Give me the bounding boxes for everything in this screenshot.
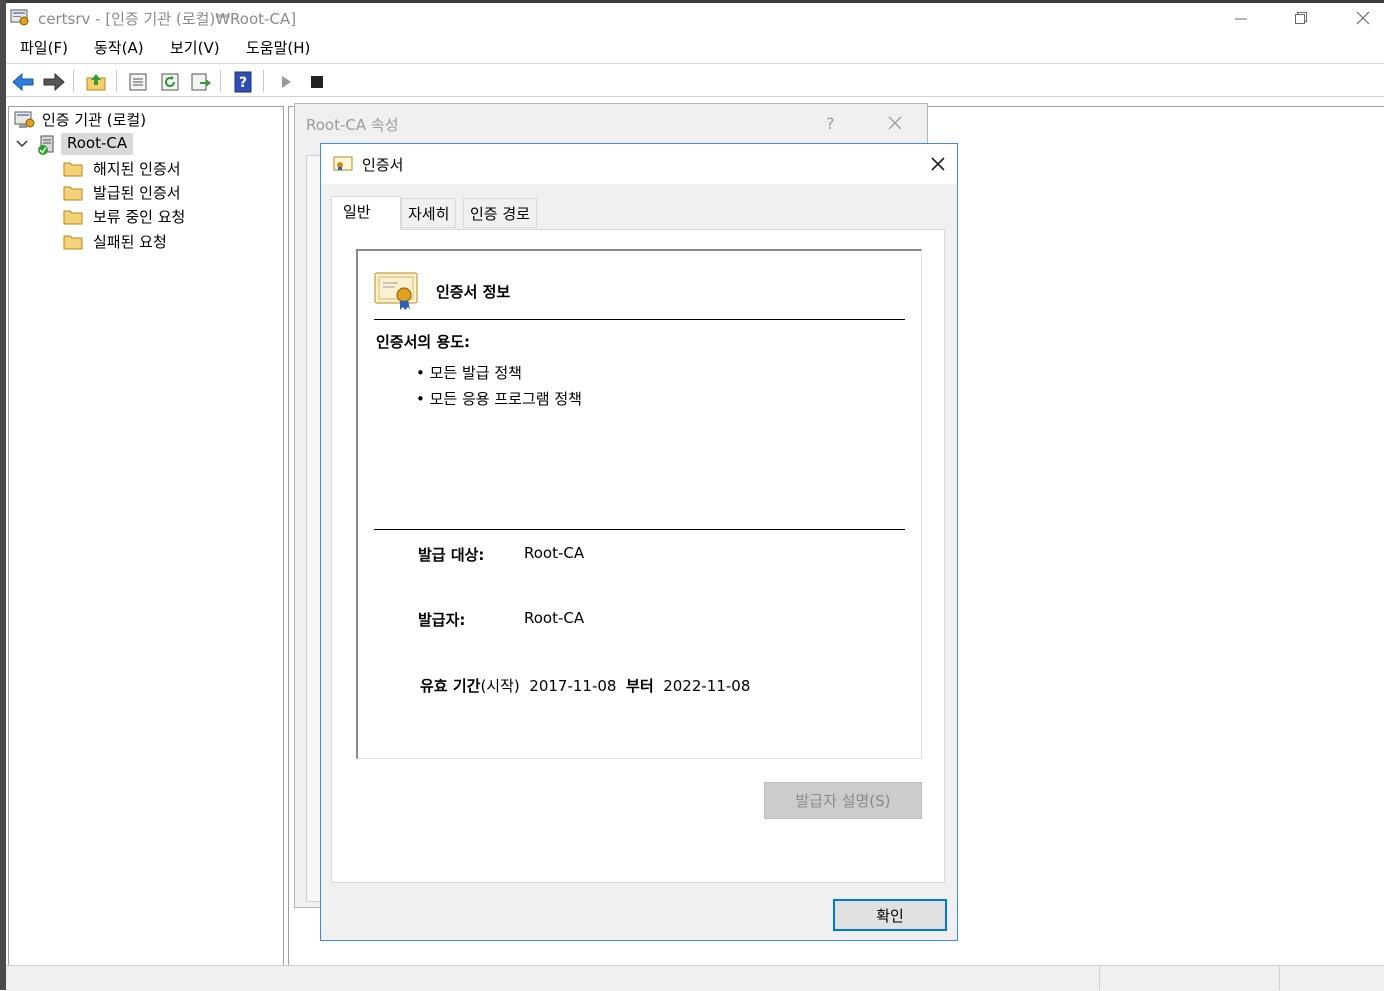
divider [374, 319, 905, 320]
divider [374, 529, 905, 530]
properties-close-button[interactable] [884, 110, 906, 136]
valid-from-word: 부터 [626, 677, 654, 695]
tree-root-label[interactable]: 인증 기관 (로컬) [42, 109, 146, 130]
tab-certification-path[interactable]: 인증 경로 [463, 198, 537, 228]
stop-service-button[interactable] [305, 70, 329, 94]
minimize-icon [1235, 18, 1247, 20]
menu-file[interactable]: 파일(F) [20, 37, 68, 58]
start-service-button[interactable] [274, 70, 298, 94]
certificate-close-button[interactable] [924, 150, 952, 178]
minimize-button[interactable] [1218, 3, 1264, 33]
menu-help[interactable]: 도움말(H) [246, 37, 310, 58]
toolbar-separator [73, 70, 74, 92]
status-bar [6, 965, 1384, 991]
tree-expand-chevron[interactable] [14, 136, 30, 152]
help-icon: ? [234, 71, 252, 93]
restore-icon [1295, 12, 1307, 24]
certificate-authority-icon [14, 110, 36, 130]
ca-server-icon [37, 134, 59, 156]
properties-help-button[interactable]: ? [826, 114, 835, 133]
purpose-item-text: 모든 응용 프로그램 정책 [429, 390, 582, 408]
export-list-icon [191, 73, 211, 91]
purpose-item: • 모든 발급 정책 [416, 364, 522, 382]
restore-button[interactable] [1278, 3, 1324, 33]
up-level-button[interactable] [84, 70, 108, 94]
chevron-down-icon [16, 140, 28, 148]
tab-general[interactable]: 일반 [331, 196, 401, 230]
menu-view[interactable]: 보기(V) [170, 37, 220, 58]
folder-icon [63, 232, 83, 250]
window-close-button[interactable] [1340, 3, 1384, 33]
forward-button[interactable] [42, 70, 66, 94]
back-arrow-icon [12, 72, 34, 92]
properties-button[interactable] [126, 70, 150, 94]
certificate-info-icon [374, 270, 420, 312]
tree-item-issued[interactable]: 발급된 인증서 [93, 182, 181, 203]
close-icon [1356, 11, 1370, 25]
properties-icon [129, 73, 147, 91]
refresh-icon [161, 73, 179, 91]
toolbar-separator [116, 70, 117, 92]
play-icon [282, 76, 291, 88]
validity-line: 유효 기간(시작) 2017-11-08 부터 2022-11-08 [420, 675, 750, 696]
stop-icon [311, 76, 323, 88]
tree-item-failed[interactable]: 실패된 요청 [93, 231, 167, 252]
close-icon [888, 116, 902, 130]
tree-item-revoked[interactable]: 해지된 인증서 [93, 158, 181, 179]
window-title: certsrv - [인증 기관 (로컬)₩Root-CA] [38, 10, 297, 28]
certificate-dialog-titlebar [321, 144, 957, 184]
back-button[interactable] [11, 70, 35, 94]
menu-action[interactable]: 동작(A) [94, 37, 144, 58]
validity-suffix: (시작) [480, 677, 520, 695]
issued-to-value: Root-CA [524, 544, 585, 562]
certsrv-app-icon [10, 9, 30, 27]
up-folder-icon [86, 74, 106, 91]
properties-dialog-title: Root-CA 속성 [306, 116, 399, 134]
toolbar-separator [263, 70, 264, 92]
purpose-item-text: 모든 발급 정책 [429, 364, 522, 382]
tab-details[interactable]: 자세히 [401, 198, 457, 228]
certificate-dialog-title: 인증서 [362, 156, 404, 174]
issued-to-label: 발급 대상: [418, 546, 485, 564]
folder-icon [63, 207, 83, 225]
ok-button[interactable]: 확인 [833, 899, 947, 931]
forward-arrow-icon [43, 72, 65, 92]
tree-item-root-ca[interactable]: Root-CA [67, 134, 127, 152]
export-list-button[interactable] [189, 70, 213, 94]
status-separator [1099, 966, 1100, 990]
issued-by-label: 발급자: [418, 611, 466, 629]
issuer-statement-button[interactable]: 발급자 설명(S) [764, 782, 922, 819]
folder-icon [63, 183, 83, 201]
valid-from-date: 2017-11-08 [529, 677, 617, 695]
issued-by-value: Root-CA [524, 609, 585, 627]
valid-to-date: 2022-11-08 [663, 677, 751, 695]
folder-icon [63, 159, 83, 177]
purpose-title: 인증서의 용도: [376, 333, 471, 351]
status-separator [1279, 966, 1280, 990]
tree-item-pending[interactable]: 보류 중인 요청 [93, 206, 185, 227]
toolbar-separator [220, 70, 221, 92]
validity-label: 유효 기간 [420, 677, 481, 695]
window-frame-left [0, 0, 6, 990]
close-icon [931, 157, 945, 171]
svg-text:?: ? [239, 75, 247, 91]
purpose-item: • 모든 응용 프로그램 정책 [416, 390, 582, 408]
help-button[interactable]: ? [231, 70, 255, 94]
info-heading: 인증서 정보 [436, 283, 511, 301]
refresh-button[interactable] [158, 70, 182, 94]
certificate-icon [333, 156, 353, 172]
